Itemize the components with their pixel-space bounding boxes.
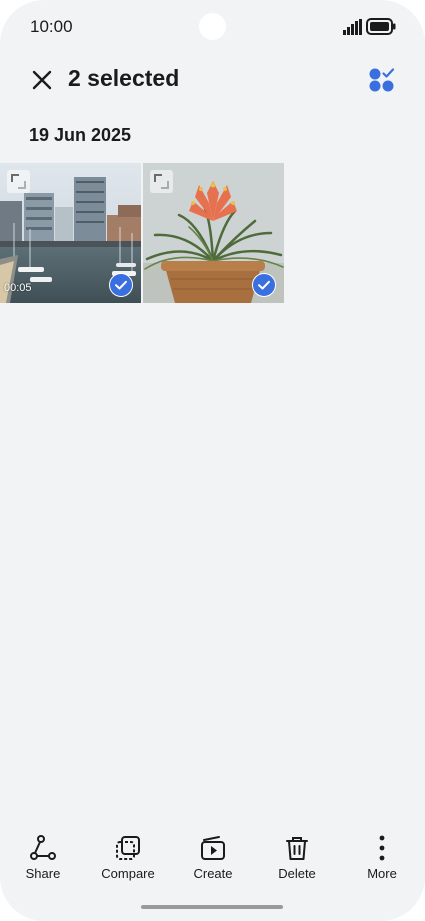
- share-button[interactable]: Share: [3, 826, 83, 886]
- selection-count-title: 2 selected: [68, 65, 180, 91]
- create-label: Create: [193, 866, 233, 881]
- checkmark-icon[interactable]: [252, 273, 276, 297]
- phone-screen: 10:00 2 selected 19 Jun 2025 00:05 Share…: [0, 0, 425, 921]
- create-button[interactable]: Create: [173, 826, 253, 886]
- more-button[interactable]: More: [342, 826, 422, 886]
- select-all-icon[interactable]: [368, 67, 396, 93]
- bottom-action-bar: Share Compare Create Delete More: [0, 826, 425, 886]
- status-time: 10:00: [30, 17, 73, 36]
- video-thumbnail[interactable]: 00:05: [0, 163, 141, 303]
- front-camera: [199, 13, 226, 40]
- trash-icon: [286, 837, 308, 860]
- compare-icon: [116, 836, 140, 860]
- share-label: Share: [25, 866, 61, 881]
- app-bar: 2 selected: [0, 54, 425, 110]
- status-bar: 10:00: [0, 0, 425, 54]
- create-icon: [201, 836, 225, 860]
- video-duration: 00:05: [4, 282, 32, 294]
- checkmark-icon[interactable]: [109, 273, 133, 297]
- signal-icon: [343, 19, 362, 35]
- expand-icon[interactable]: [150, 170, 173, 193]
- close-icon[interactable]: [28, 66, 56, 94]
- share-icon: [30, 835, 56, 860]
- delete-button[interactable]: Delete: [257, 826, 337, 886]
- compare-button[interactable]: Compare: [88, 826, 168, 886]
- date-header: 19 Jun 2025: [29, 125, 132, 145]
- more-icon: [379, 835, 385, 861]
- compare-label: Compare: [101, 866, 155, 881]
- photo-thumbnail[interactable]: [143, 163, 284, 303]
- home-indicator[interactable]: [141, 905, 283, 909]
- expand-icon[interactable]: [7, 170, 30, 193]
- more-label: More: [367, 866, 397, 881]
- battery-icon: [366, 18, 396, 35]
- delete-label: Delete: [278, 866, 316, 881]
